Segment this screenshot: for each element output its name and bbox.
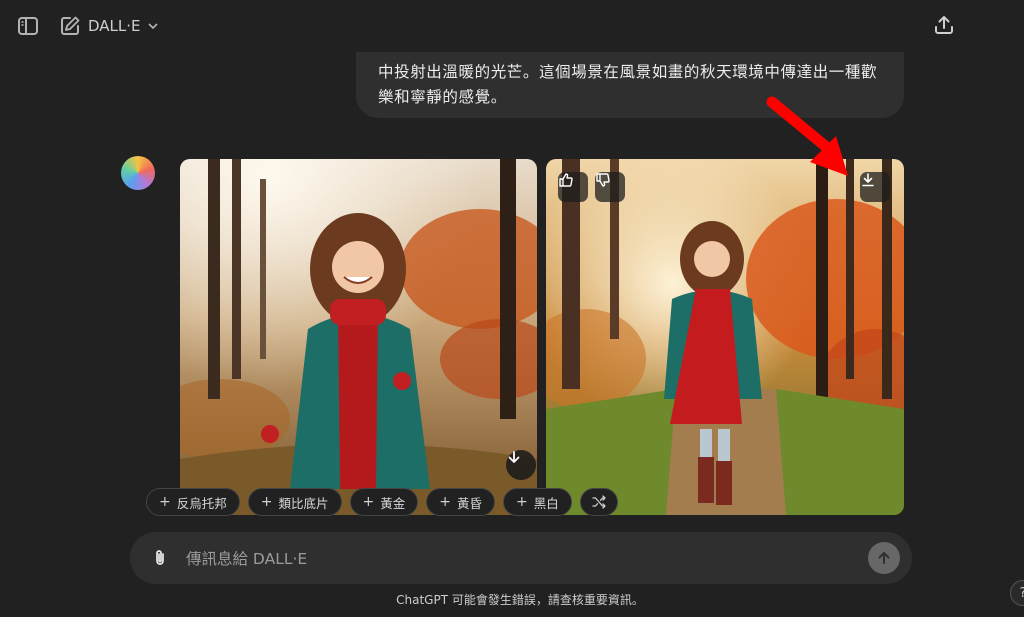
generated-image-2[interactable] — [546, 159, 904, 515]
attach-icon[interactable] — [146, 544, 174, 572]
top-bar: DALL·E — [0, 0, 1024, 52]
share-icon[interactable] — [930, 11, 958, 39]
send-button[interactable] — [868, 542, 900, 574]
message-composer — [130, 532, 912, 584]
style-chip[interactable]: + 類比底片 — [247, 488, 342, 516]
chevron-down-icon — [147, 23, 158, 30]
chip-label: 黑白 — [533, 495, 559, 511]
arrow-up-icon — [878, 552, 890, 564]
style-suggestion-chips: + 反烏托邦 + 類比底片 + 黃金 + 黃昏 + 黑白 — [146, 488, 618, 518]
disclaimer-text: ChatGPT 可能會發生錯誤，請查核重要資訊。 — [396, 593, 644, 607]
new-chat-icon[interactable] — [56, 12, 84, 40]
plus-icon: + — [260, 494, 273, 510]
plus-icon: + — [439, 494, 451, 510]
generated-image-1[interactable] — [180, 159, 537, 515]
model-label: DALL·E — [88, 17, 141, 35]
annotation-arrow-icon — [766, 96, 848, 176]
user-message-line: 中投射出溫暖的光芒。這個場景在風景如畫的秋天環境中傳達出一種歡 — [378, 63, 878, 81]
shuffle-icon — [592, 495, 606, 509]
chip-label: 類比底片 — [278, 495, 329, 511]
model-switcher[interactable]: DALL·E — [88, 13, 159, 39]
style-chip[interactable]: + 黑白 — [503, 488, 572, 516]
style-chip[interactable]: + 反烏托邦 — [146, 488, 240, 516]
chip-label: 黃金 — [380, 495, 406, 511]
plus-icon: + — [362, 494, 375, 510]
message-input[interactable] — [184, 541, 848, 577]
plus-icon: + — [516, 494, 528, 510]
download-icon[interactable] — [506, 450, 536, 480]
thumbs-down-icon[interactable] — [595, 172, 625, 202]
style-chip[interactable]: + 黃金 — [349, 488, 419, 516]
assistant-avatar — [121, 156, 155, 190]
chip-label: 黃昏 — [456, 495, 482, 511]
chip-label: 反烏托邦 — [176, 495, 227, 511]
shuffle-button[interactable] — [579, 488, 618, 516]
plus-icon: + — [159, 494, 171, 510]
sidebar-toggle-icon[interactable] — [14, 12, 42, 40]
style-chip[interactable]: + 黃昏 — [426, 488, 495, 516]
thumbs-up-icon[interactable] — [558, 172, 588, 202]
